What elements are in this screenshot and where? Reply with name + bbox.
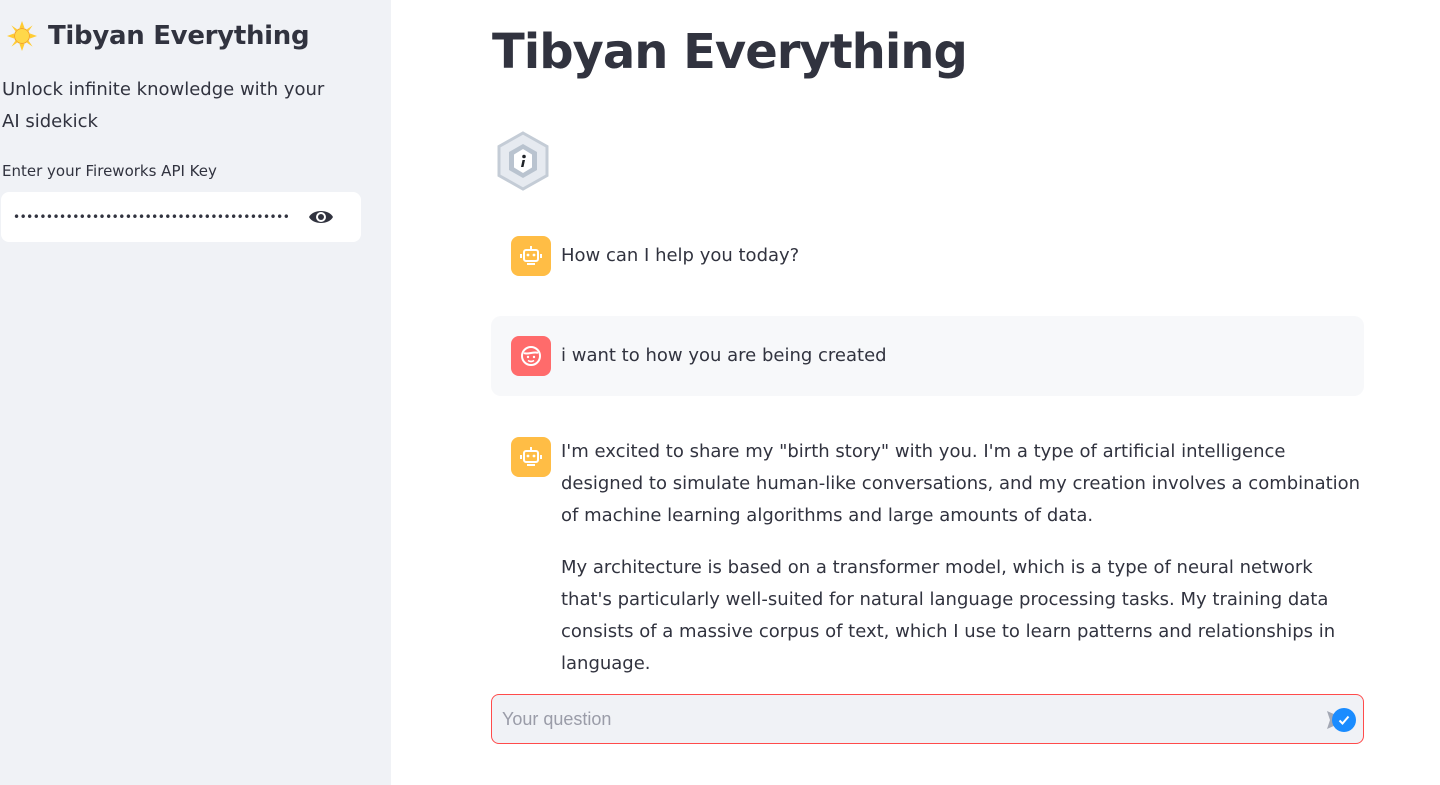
api-key-input[interactable]: ••••••••••••••••••••••••••••••••••••••••… bbox=[1, 192, 361, 242]
api-key-label: Enter your Fireworks API Key bbox=[2, 162, 217, 180]
check-circle-icon bbox=[1332, 708, 1356, 732]
robot-icon bbox=[511, 437, 551, 477]
message-paragraph: How can I help you today? bbox=[561, 245, 800, 266]
sidebar-subtitle: Unlock infinite knowledge with your AI s… bbox=[2, 79, 325, 132]
chat-message-assistant: How can I help you today? bbox=[491, 222, 1364, 292]
eye-icon[interactable] bbox=[307, 205, 335, 229]
message-text: i want to how you are being created bbox=[561, 340, 1364, 392]
question-input[interactable] bbox=[502, 695, 1302, 743]
sidebar-header: Tibyan Everything bbox=[6, 18, 310, 54]
message-paragraph: I'm excited to share my "birth story" wi… bbox=[561, 441, 1361, 526]
sidebar: Tibyan Everything Unlock infinite knowle… bbox=[0, 0, 391, 785]
message-text: I'm excited to share my "birth story" wi… bbox=[561, 436, 1364, 700]
chat-message-user: i want to how you are being created bbox=[491, 316, 1364, 396]
chat-input-container[interactable] bbox=[491, 694, 1364, 744]
message-paragraph: My architecture is based on a transforme… bbox=[561, 557, 1336, 674]
smiley-face-icon bbox=[511, 336, 551, 376]
message-text: How can I help you today? bbox=[561, 240, 1364, 292]
sidebar-title: Tibyan Everything bbox=[48, 21, 310, 51]
page-title: Tibyan Everything bbox=[492, 24, 968, 80]
message-paragraph: i want to how you are being created bbox=[561, 345, 887, 366]
robot-icon bbox=[511, 236, 551, 276]
sun-icon bbox=[6, 20, 38, 52]
chat-message-assistant: I'm excited to share my "birth story" wi… bbox=[491, 420, 1364, 674]
info-hexagon-icon bbox=[494, 130, 552, 192]
api-key-masked-value[interactable]: ••••••••••••••••••••••••••••••••••••••••… bbox=[13, 192, 289, 242]
